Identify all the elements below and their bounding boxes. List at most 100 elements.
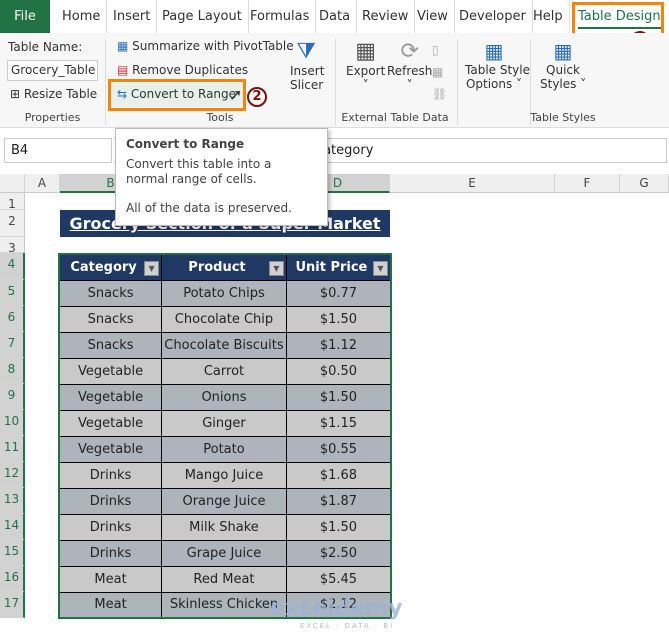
table-cell[interactable]: Drinks <box>58 539 163 567</box>
row-header-17[interactable]: 17 <box>0 592 25 618</box>
row-header-7[interactable]: 7 <box>0 332 25 358</box>
export-button[interactable]: ▦ Export ˅ <box>346 39 385 92</box>
table-row: Snacks Chocolate Biscuits $1.12 <box>58 331 392 359</box>
table-cell[interactable]: Potato <box>161 435 287 463</box>
table-cell[interactable]: Carrot <box>161 357 287 385</box>
resize-table-button[interactable]: ⊞ Resize Table <box>10 87 97 101</box>
table-cell[interactable]: $1.50 <box>285 305 392 333</box>
select-all-corner[interactable] <box>0 174 25 193</box>
table-cell[interactable]: Chocolate Chip <box>161 305 287 333</box>
table-cell[interactable]: Drinks <box>58 487 163 515</box>
table-cell[interactable]: Red Meat <box>161 565 287 593</box>
table-cell[interactable]: Skinless Chicken <box>161 591 287 619</box>
table-cell[interactable]: Snacks <box>58 305 163 333</box>
row-header-3[interactable]: 3 <box>0 237 25 255</box>
table-cell[interactable]: Vegetable <box>58 435 163 463</box>
table-cell[interactable]: Milk Shake <box>161 513 287 541</box>
table-cell[interactable]: $0.50 <box>285 357 392 385</box>
tab-page-layout[interactable]: Page Layout <box>156 0 249 33</box>
column-header-A[interactable]: A <box>25 174 60 193</box>
table-cell[interactable]: Onions <box>161 383 287 411</box>
table-header-product: Product ▼ <box>161 253 287 281</box>
row-header-8[interactable]: 8 <box>0 358 25 384</box>
table-cell[interactable]: Vegetable <box>58 357 163 385</box>
tooltip-note: All of the data is preserved. <box>126 201 292 215</box>
filter-dropdown-icon[interactable]: ▼ <box>144 261 160 276</box>
row-header-13[interactable]: 13 <box>0 488 25 514</box>
table-cell[interactable]: Potato Chips <box>161 279 287 307</box>
table-cell[interactable]: $1.87 <box>285 487 392 515</box>
insert-slicer-button[interactable]: ⧩ Insert Slicer <box>290 39 325 92</box>
table-cell[interactable]: Drinks <box>58 513 163 541</box>
table-cell[interactable]: Vegetable <box>58 409 163 437</box>
ribbon: Table Name: Grocery_Table ⊞ Resize Table… <box>0 33 669 128</box>
remove-duplicates-icon: ▤ <box>117 63 133 77</box>
table-cell[interactable]: $1.12 <box>285 331 392 359</box>
table-cell[interactable]: $1.50 <box>285 513 392 541</box>
table-style-options-button[interactable]: ▦ Table Style Options ˅ <box>465 39 530 91</box>
row-header-14[interactable]: 14 <box>0 514 25 540</box>
table-cell[interactable]: Snacks <box>58 331 163 359</box>
summarize-label: Summarize with PivotTable <box>132 39 294 53</box>
refresh-button[interactable]: ⟳ Refresh ˅ <box>387 39 432 92</box>
table-cell[interactable]: Chocolate Biscuits <box>161 331 287 359</box>
column-header-F[interactable]: F <box>555 174 620 193</box>
tab-insert[interactable]: Insert <box>107 0 158 33</box>
table-cell[interactable]: $1.15 <box>285 409 392 437</box>
table-cell[interactable]: Drinks <box>58 461 163 489</box>
row-header-9[interactable]: 9 <box>0 384 25 410</box>
tab-view[interactable]: View <box>411 0 455 33</box>
column-header-E[interactable]: E <box>390 174 555 193</box>
table-cell[interactable]: Snacks <box>58 279 163 307</box>
summarize-pivot-button[interactable]: ▦ Summarize with PivotTable <box>117 39 294 53</box>
slicer-icon: ⧩ <box>296 39 316 64</box>
table-cell[interactable]: $0.77 <box>285 279 392 307</box>
tab-home[interactable]: Home <box>56 0 108 33</box>
tab-help[interactable]: Help <box>527 0 570 33</box>
group-properties: Properties <box>24 111 81 124</box>
highlight-convert-to-range <box>108 79 246 111</box>
table-row: Vegetable Potato $0.55 <box>58 435 392 463</box>
tab-formulas[interactable]: Formulas <box>244 0 317 33</box>
export-label: Export <box>346 64 386 78</box>
insert-slicer-label-1: Insert <box>290 64 325 78</box>
group-table-styles: Table Styles <box>530 111 596 124</box>
resize-table-label: Resize Table <box>23 87 98 101</box>
table-cell[interactable]: $1.50 <box>285 383 392 411</box>
table-cell[interactable]: Ginger <box>161 409 287 437</box>
table-cell[interactable]: Mango Juice <box>161 461 287 489</box>
tab-file[interactable]: File <box>0 0 50 33</box>
table-cell[interactable]: Meat <box>58 591 163 619</box>
filter-dropdown-icon[interactable]: ▼ <box>268 261 284 276</box>
table-name-input[interactable]: Grocery_Table <box>7 60 98 81</box>
table-row: Drinks Mango Juice $1.68 <box>58 461 392 489</box>
table-cell[interactable]: $2.50 <box>285 539 392 567</box>
row-header-6[interactable]: 6 <box>0 306 25 332</box>
table-cell[interactable]: Vegetable <box>58 383 163 411</box>
tab-developer[interactable]: Developer <box>453 0 533 33</box>
name-box[interactable]: B4 <box>4 138 112 163</box>
table-cell[interactable]: $0.55 <box>285 435 392 463</box>
tab-data[interactable]: Data <box>313 0 358 33</box>
quick-styles-icon: ▦ <box>553 39 573 63</box>
remove-duplicates-button[interactable]: ▤ Remove Duplicates <box>117 63 248 77</box>
column-header-G[interactable]: G <box>620 174 669 193</box>
row-header-4[interactable]: 4 <box>0 253 25 280</box>
row-header-5[interactable]: 5 <box>0 280 25 306</box>
row-header-10[interactable]: 10 <box>0 410 25 436</box>
table-cell[interactable]: $1.68 <box>285 461 392 489</box>
tab-review[interactable]: Review <box>356 0 416 33</box>
table-cell[interactable]: Meat <box>58 565 163 593</box>
table-cell[interactable]: Grape Juice <box>161 539 287 567</box>
row-header-15[interactable]: 15 <box>0 540 25 566</box>
filter-dropdown-icon[interactable]: ▼ <box>373 261 388 276</box>
quick-styles-button[interactable]: ▦ Quick Styles ˅ <box>540 39 586 91</box>
table-cell[interactable]: Orange Juice <box>161 487 287 515</box>
row-header-2[interactable]: 2 <box>0 210 25 237</box>
row-header-1[interactable]: 1 <box>0 193 25 211</box>
row-header-12[interactable]: 12 <box>0 462 25 488</box>
row-header-11[interactable]: 11 <box>0 436 25 462</box>
table-style-options-label-2: Options ˅ <box>465 77 523 91</box>
row-header-16[interactable]: 16 <box>0 566 25 592</box>
table-cell[interactable]: $5.45 <box>285 565 392 593</box>
